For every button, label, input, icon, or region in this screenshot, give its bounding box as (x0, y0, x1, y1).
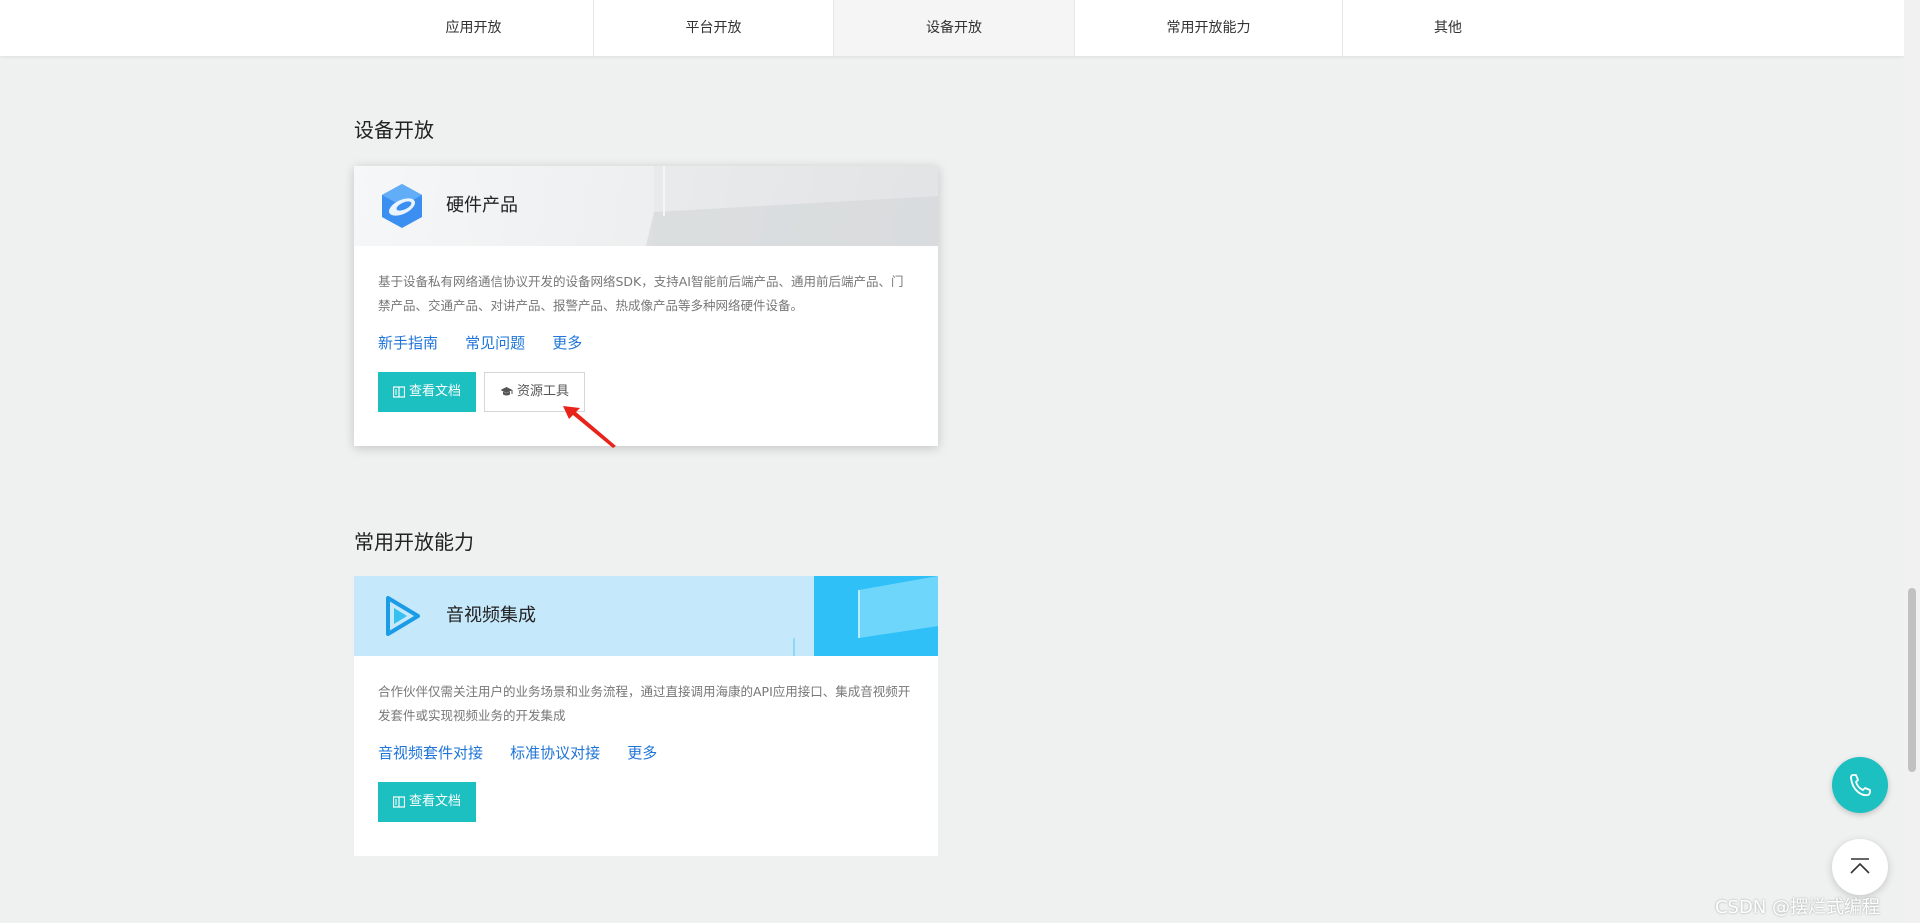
scrollbar-thumb[interactable] (1908, 588, 1916, 772)
graduation-cap-icon (500, 386, 513, 395)
card-links: 新手指南 常见问题 更多 (378, 332, 914, 358)
link-standard-protocol[interactable]: 标准协议对接 (510, 742, 600, 763)
back-to-top-icon (1850, 858, 1870, 874)
audio-video-icon (386, 596, 420, 636)
card-description: 基于设备私有网络通信协议开发的设备网络SDK，支持AI智能前后端产品、通用前后端… (378, 274, 904, 313)
tab-platform-open[interactable]: 平台开放 (594, 0, 834, 56)
link-more[interactable]: 更多 (552, 332, 582, 353)
phone-icon (1850, 774, 1871, 797)
view-docs-label: 查看文档 (409, 794, 462, 809)
view-docs-button[interactable]: 查看文档 (378, 782, 477, 822)
card-description: 合作伙伴仅需关注用户的业务场景和业务流程，通过直接调用海康的API应用接口、集成… (378, 684, 911, 723)
header-pattern (793, 576, 938, 656)
link-more[interactable]: 更多 (627, 742, 657, 763)
watermark-text: CSDN @摆烂式编程 (1714, 897, 1880, 918)
link-av-kit[interactable]: 音视频套件对接 (378, 742, 483, 763)
link-beginner-guide[interactable]: 新手指南 (378, 332, 438, 353)
header-pattern (646, 166, 938, 246)
card-buttons: 查看文档 (378, 782, 914, 822)
view-docs-label: 查看文档 (409, 384, 462, 399)
link-faq[interactable]: 常见问题 (465, 332, 525, 353)
card-header: 硬件产品 (354, 166, 938, 246)
card-buttons: 查看文档 资源工具 (378, 372, 914, 412)
contact-phone-button[interactable] (1832, 757, 1888, 813)
section-title-device-open: 设备开放 (354, 118, 434, 142)
audio-video-card: 音视频集成 合作伙伴仅需关注用户的业务场景和业务流程，通过直接调用海康的API应… (354, 576, 938, 856)
card-header: 音视频集成 (354, 576, 938, 656)
book-icon (393, 385, 405, 398)
hardware-product-icon (382, 184, 422, 228)
back-to-top-button[interactable] (1832, 839, 1888, 895)
section-title-common-capabilities: 常用开放能力 (354, 530, 474, 554)
resource-tools-label: 资源工具 (517, 384, 570, 399)
card-links: 音视频套件对接 标准协议对接 更多 (378, 742, 914, 768)
scrollbar-track[interactable] (1904, 0, 1920, 923)
tab-device-open[interactable]: 设备开放 (834, 0, 1075, 56)
view-docs-button[interactable]: 查看文档 (378, 372, 477, 412)
card-title: 硬件产品 (446, 195, 518, 216)
red-arrow-annotation (563, 406, 616, 448)
book-icon (393, 795, 405, 808)
tab-common-capabilities[interactable]: 常用开放能力 (1075, 0, 1343, 56)
top-tab-bar: 应用开放 平台开放 设备开放 常用开放能力 其他 (0, 0, 1904, 56)
card-title: 音视频集成 (446, 605, 536, 626)
hardware-product-card: 硬件产品 基于设备私有网络通信协议开发的设备网络SDK，支持AI智能前后端产品、… (354, 166, 938, 446)
tab-others[interactable]: 其他 (1343, 0, 1553, 56)
tab-app-open[interactable]: 应用开放 (354, 0, 594, 56)
